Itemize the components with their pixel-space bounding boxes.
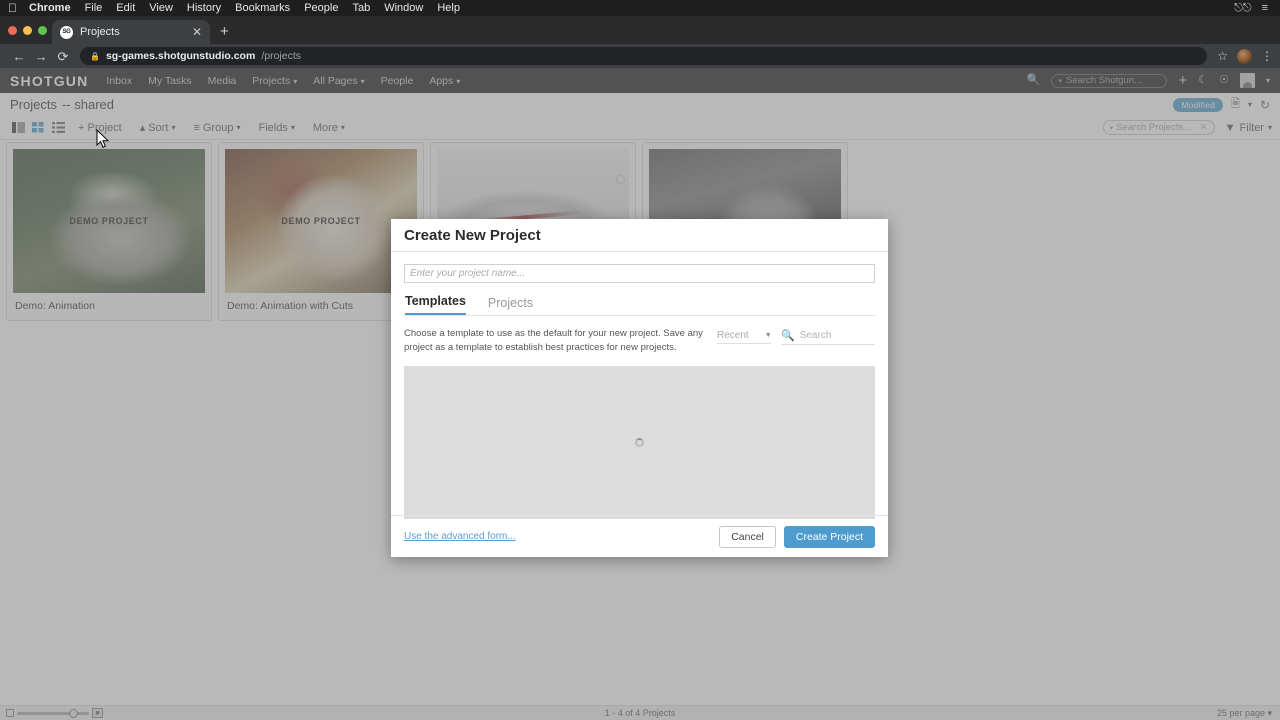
control-center-icon[interactable]: ⎋⎋ — [1234, 2, 1251, 15]
address-bar[interactable]: 🔒 sg-games.shotgunstudio.com/projects — [80, 47, 1208, 65]
forward-arrow-icon[interactable]: → — [30, 50, 52, 63]
modal-tabs: Templates Projects — [404, 294, 875, 316]
modal-help-row: Choose a template to use as the default … — [404, 327, 875, 356]
avatar-icon[interactable] — [1237, 48, 1252, 64]
macos-menu-bar:  Chrome File Edit View History Bookmark… — [0, 0, 1280, 16]
template-sort-value: Recent — [717, 330, 749, 341]
list-icon[interactable]: ≡ — [1262, 2, 1268, 14]
back-arrow-icon[interactable]: ← — [8, 50, 30, 63]
apple-icon[interactable]:  — [8, 2, 17, 14]
maximize-window-button[interactable] — [38, 26, 47, 35]
tab-projects[interactable]: Projects — [488, 296, 533, 315]
close-icon[interactable]: ✕ — [192, 26, 202, 38]
cancel-button[interactable]: Cancel — [719, 525, 776, 548]
kebab-menu-icon[interactable]: ⋮ — [1261, 49, 1273, 63]
mouse-cursor — [96, 129, 110, 148]
star-icon[interactable]: ☆ — [1217, 49, 1228, 63]
spinner-icon — [635, 437, 644, 447]
project-name-placeholder: Enter your project name... — [410, 268, 526, 279]
modal-footer: Use the advanced form... Cancel Create P… — [391, 515, 888, 557]
minimize-window-button[interactable] — [23, 26, 32, 35]
menu-item-edit[interactable]: Edit — [116, 2, 135, 14]
address-path: /projects — [261, 50, 301, 62]
new-tab-button[interactable]: + — [220, 24, 229, 39]
modal-body: Enter your project name... Templates Pro… — [391, 252, 888, 519]
shotgun-favicon: SG — [60, 25, 73, 39]
chevron-down-icon: ▼ — [764, 332, 772, 339]
reload-icon[interactable]: ⟳ — [52, 50, 74, 63]
template-list-area[interactable] — [404, 365, 875, 519]
menu-item-bookmarks[interactable]: Bookmarks — [235, 2, 290, 14]
template-search-placeholder: Search — [799, 330, 832, 341]
create-project-modal: Create New Project Enter your project na… — [391, 219, 888, 557]
browser-tab[interactable]: SG Projects ✕ — [52, 20, 210, 44]
menu-item-people[interactable]: People — [304, 2, 338, 14]
menu-item-chrome[interactable]: Chrome — [29, 2, 71, 14]
menu-item-tab[interactable]: Tab — [352, 2, 370, 14]
address-host: sg-games.shotgunstudio.com — [105, 50, 256, 62]
menu-item-history[interactable]: History — [187, 2, 221, 14]
search-icon: 🔍 — [781, 330, 795, 342]
template-search-input[interactable]: 🔍 Search — [781, 329, 875, 345]
create-project-button[interactable]: Create Project — [783, 525, 875, 548]
window-controls[interactable] — [8, 26, 47, 35]
lock-icon: 🔒 — [90, 51, 100, 61]
modal-help-text: Choose a template to use as the default … — [404, 328, 703, 354]
template-sort-select[interactable]: Recent ▼ — [717, 330, 772, 344]
close-window-button[interactable] — [8, 26, 17, 35]
browser-tab-strip: SG Projects ✕ + — [0, 16, 1280, 44]
browser-tab-title: Projects — [80, 26, 120, 38]
menu-item-window[interactable]: Window — [384, 2, 423, 14]
project-name-input[interactable]: Enter your project name... — [404, 264, 875, 283]
screen-root:  Chrome File Edit View History Bookmark… — [0, 0, 1280, 720]
menu-item-view[interactable]: View — [149, 2, 173, 14]
menu-item-help[interactable]: Help — [437, 2, 460, 14]
modal-header: Create New Project — [391, 219, 888, 252]
tab-templates[interactable]: Templates — [405, 294, 466, 315]
menu-item-file[interactable]: File — [85, 2, 103, 14]
advanced-form-link[interactable]: Use the advanced form... — [404, 531, 516, 542]
modal-title: Create New Project — [404, 226, 541, 244]
browser-toolbar: ← → ⟳ 🔒 sg-games.shotgunstudio.com/proje… — [0, 44, 1280, 68]
